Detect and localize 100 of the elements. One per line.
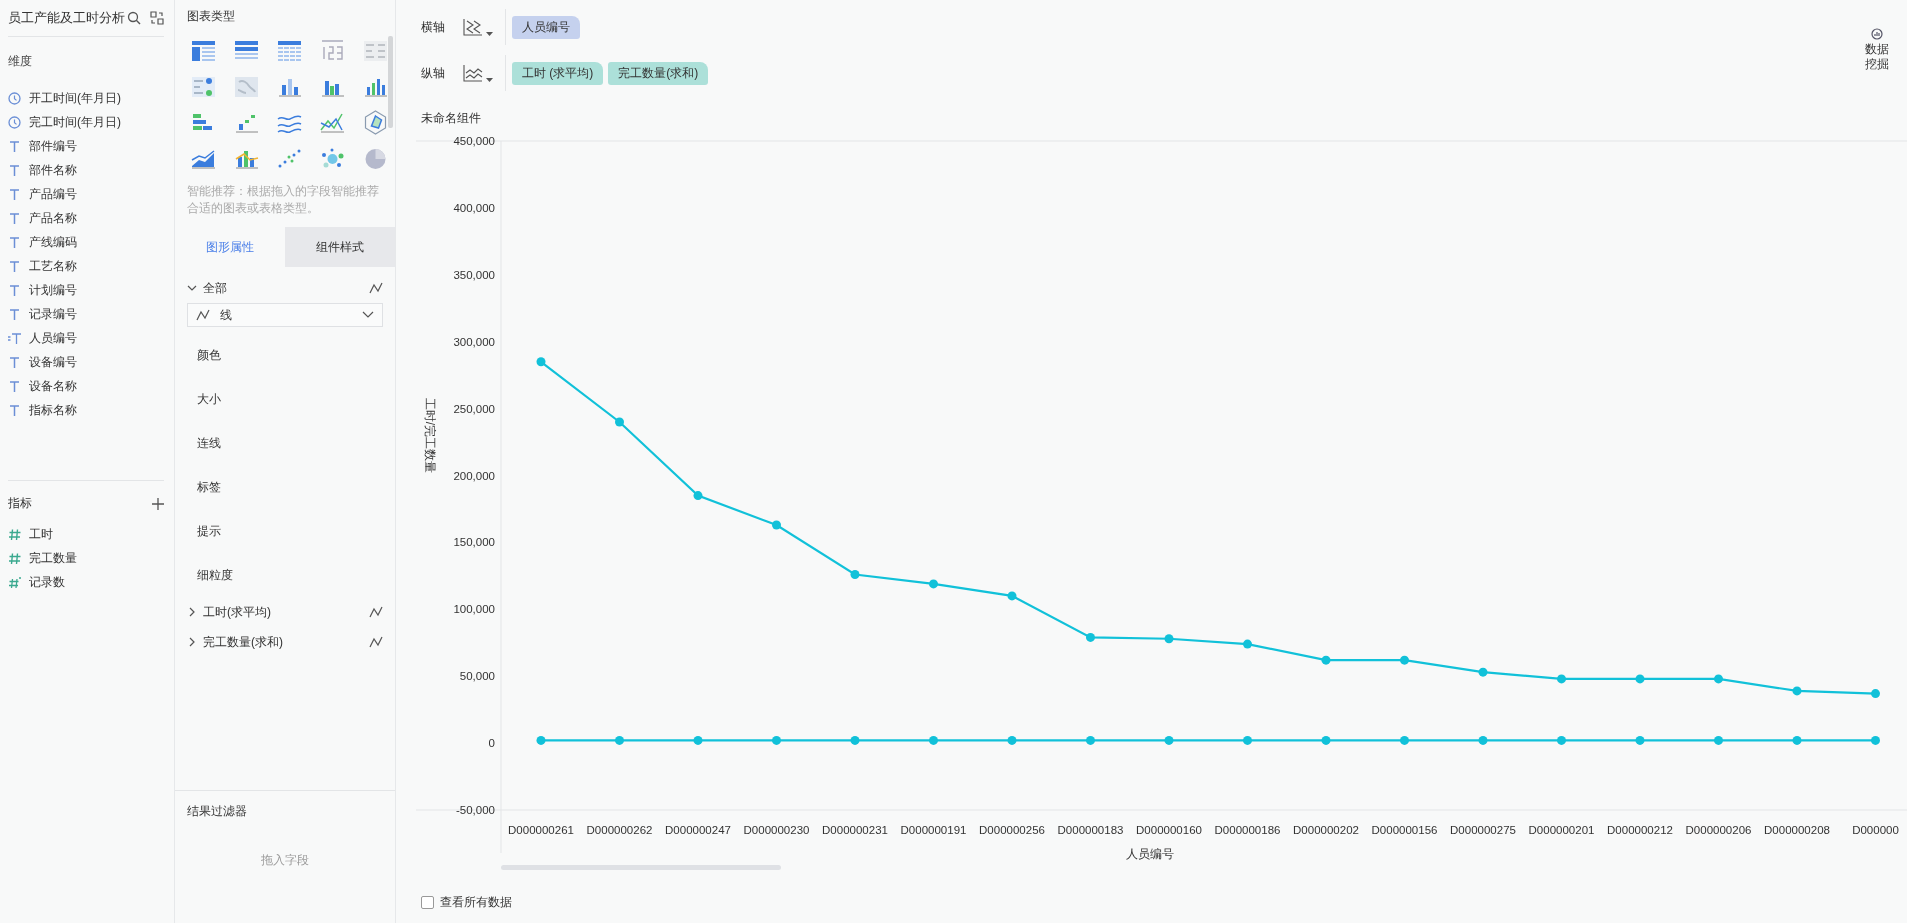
point (1400, 655, 1409, 665)
section-label: 图表类型 (187, 8, 236, 25)
point (693, 491, 703, 501)
x-tick-label: D000000160 (1136, 824, 1202, 836)
field-item[interactable]: 部件名称 (29, 161, 77, 179)
x-tick-label: D000000262 (586, 824, 653, 836)
field-item[interactable]: 部件编号 (29, 137, 77, 155)
field-item[interactable]: 计划编号 (29, 281, 77, 299)
chevron-down-icon (187, 283, 197, 293)
x-tick-label: D000000201 (1528, 824, 1595, 836)
clock-icon (8, 91, 21, 105)
field-item[interactable]: 记录编号 (29, 305, 77, 323)
point (1871, 735, 1880, 745)
y-tick-label: 450,000 (453, 135, 495, 147)
field-item[interactable]: 产线编码 (29, 233, 77, 251)
text-field-icon (8, 235, 21, 249)
field-item[interactable]: 设备编号 (29, 353, 77, 371)
text-field-icon (8, 259, 21, 273)
field-item[interactable]: 产品名称 (29, 209, 77, 227)
data-mining-button[interactable]: 数据挖掘 (1865, 42, 1889, 72)
y-axis-title: 工时/完工数量 (423, 397, 437, 474)
property-group[interactable]: 全部 (187, 275, 383, 301)
text-field-icon (8, 163, 21, 177)
property-item[interactable]: 提示 (187, 509, 383, 553)
field-item[interactable]: 指标名称 (29, 401, 77, 419)
text-field-icon (8, 283, 21, 297)
point (1557, 674, 1566, 684)
point (1478, 667, 1488, 677)
x-tick-label: D000000202 (1293, 824, 1359, 836)
point (1714, 735, 1723, 745)
field-item[interactable]: 完工数量 (29, 549, 77, 567)
horizontal-scrollbar[interactable] (501, 865, 781, 870)
point (772, 735, 781, 745)
caret-icon (486, 32, 493, 36)
point (1557, 735, 1566, 745)
caret-icon (486, 78, 493, 82)
axis-label: 纵轴 (421, 64, 446, 82)
property-group[interactable]: 工时(求平均) (187, 597, 383, 627)
field-pill[interactable]: 完工数量(求和) (608, 61, 709, 85)
axis-type-button[interactable] (463, 64, 493, 82)
point (1007, 591, 1017, 601)
field-item[interactable]: 人员编号 (29, 329, 77, 347)
mark-type-dropdown[interactable]: 线 (187, 303, 383, 327)
x-tick-label: D000000183 (1057, 824, 1124, 836)
field-item[interactable]: 开工时间(年月日) (29, 89, 121, 107)
field-item[interactable]: 完工时间(年月日) (29, 113, 121, 131)
x-tick-label: D000000206 (1685, 824, 1752, 836)
plus-icon (152, 497, 164, 510)
axis-type-button[interactable] (463, 18, 493, 36)
line-chart-icon (196, 309, 210, 321)
hint-text: 智能推荐：根据拖入的字段智能推荐合适的图表或表格类型。 (187, 184, 380, 216)
point (1007, 735, 1017, 745)
text-field-icon (8, 211, 21, 225)
field-item[interactable]: 工时 (29, 525, 53, 543)
property-item[interactable]: 标签 (187, 465, 383, 509)
property-item[interactable]: 颜色 (187, 333, 383, 377)
property-group[interactable]: 完工数量(求和) (187, 627, 383, 657)
x-tick-label: D000000186 (1214, 824, 1281, 836)
zigzag-chart-icon (463, 18, 483, 36)
text-field-icon (8, 139, 21, 153)
magnifier-chart-icon (1871, 28, 1883, 40)
line-chart-icon (463, 64, 483, 82)
point (1792, 735, 1802, 745)
checkbox[interactable] (421, 896, 434, 909)
x-tick-label: D000000231 (822, 824, 888, 836)
chevron-right-icon (187, 637, 197, 647)
tab[interactable]: 组件样式 (285, 227, 395, 267)
field-item[interactable]: 产品编号 (29, 185, 77, 203)
point (1086, 632, 1095, 642)
field-item[interactable]: 设备名称 (29, 377, 77, 395)
scrollbar[interactable] (388, 36, 393, 128)
point (1243, 735, 1252, 745)
text-field-icon (8, 355, 21, 369)
axis-label: 横轴 (421, 18, 446, 36)
y-tick-label: -50,000 (456, 804, 495, 816)
y-tick-label: 250,000 (453, 402, 495, 415)
point (1164, 735, 1174, 745)
point (536, 735, 546, 745)
point (1792, 686, 1802, 696)
property-item[interactable]: 细粒度 (187, 553, 383, 597)
point (1243, 639, 1252, 649)
x-tick-label: D000000156 (1371, 824, 1438, 836)
point (615, 735, 624, 745)
x-tick-label: D000000230 (743, 824, 810, 836)
field-item[interactable]: 记录数 (29, 573, 65, 591)
field-item[interactable]: 工艺名称 (29, 257, 77, 275)
section-label: 结果过滤器 (187, 803, 248, 820)
x-tick-label: D000000212 (1607, 824, 1673, 836)
field-pill[interactable]: 人员编号 (512, 15, 580, 39)
property-item[interactable]: 连线 (187, 421, 383, 465)
point (1321, 655, 1331, 665)
point (693, 735, 703, 745)
field-pill[interactable]: 工时 (求平均) (512, 61, 604, 85)
x-axis-title: 人员编号 (1125, 847, 1174, 861)
checkbox-label: 查看所有数据 (440, 894, 512, 911)
point (1164, 634, 1174, 644)
property-item[interactable]: 大小 (187, 377, 383, 421)
point (1086, 735, 1095, 745)
text-field-icon (8, 403, 21, 417)
point (850, 570, 860, 580)
